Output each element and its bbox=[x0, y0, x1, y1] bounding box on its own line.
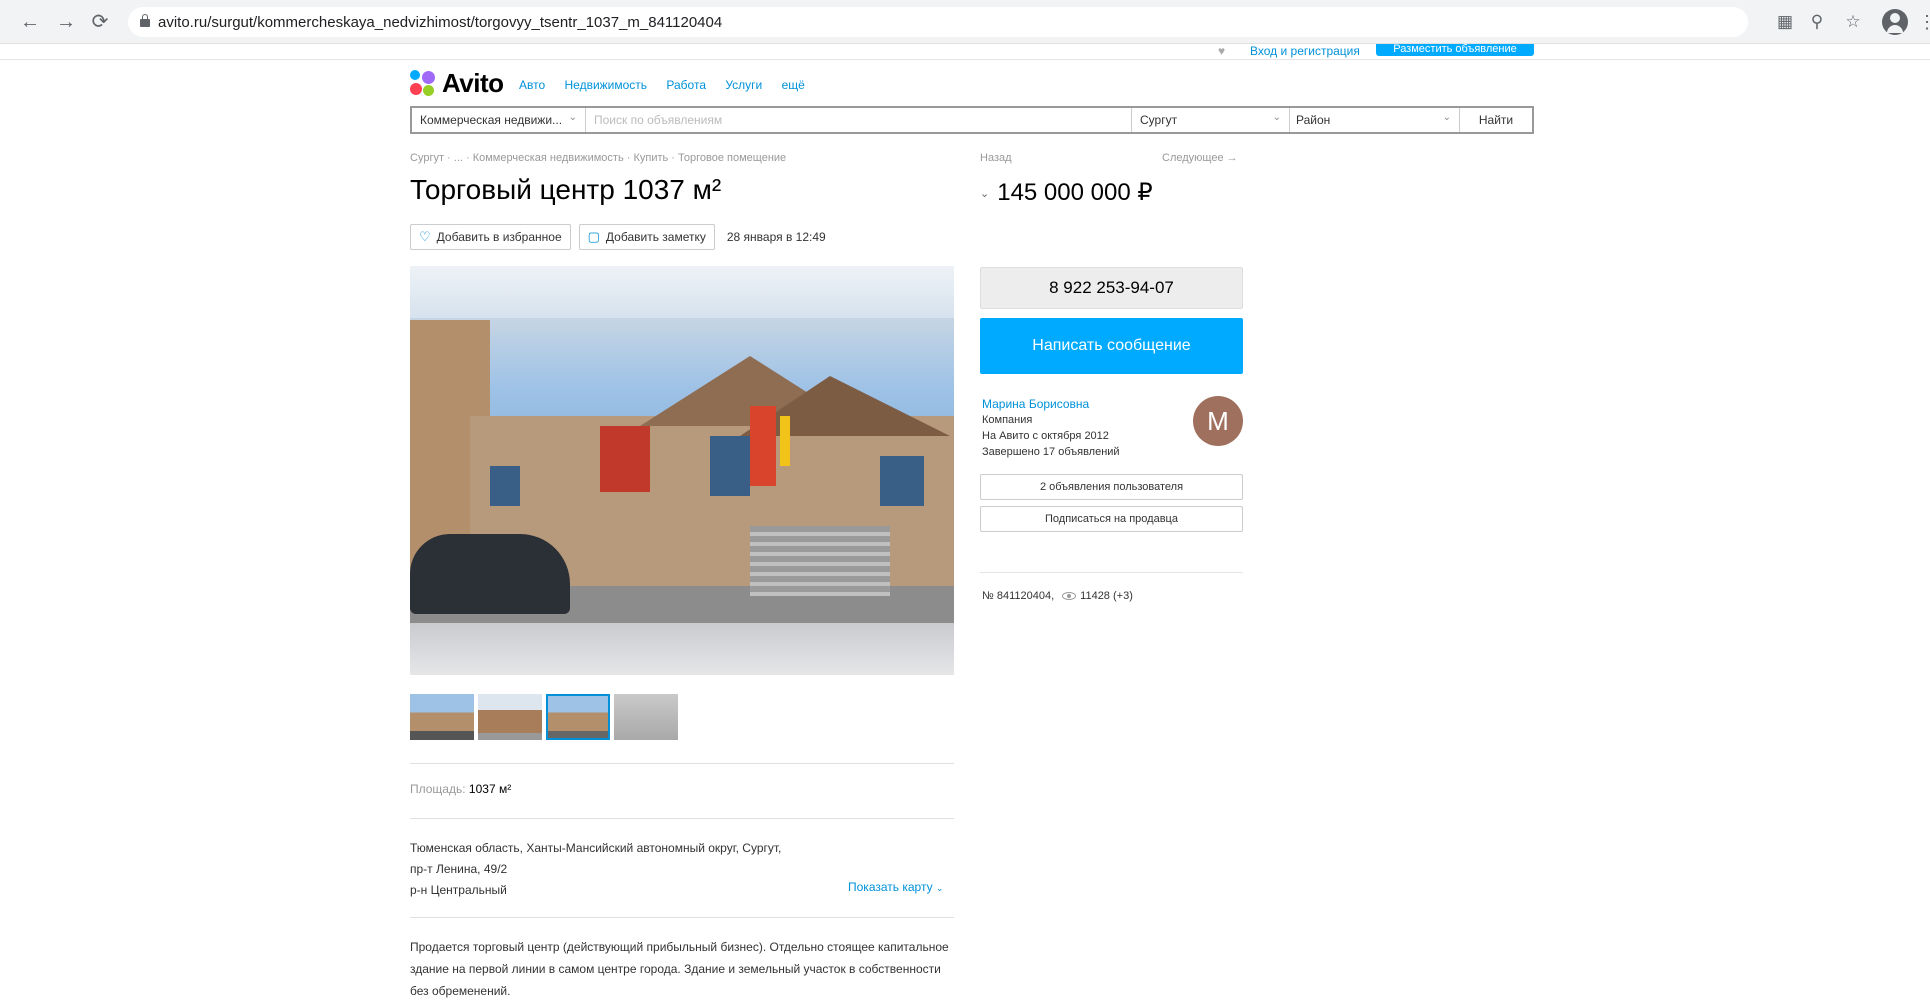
user-ads-button[interactable]: 2 объявления пользователя bbox=[980, 474, 1243, 500]
chevron-down-icon[interactable]: ⌄ bbox=[980, 188, 989, 200]
listing-date: 28 января в 12:49 bbox=[726, 230, 826, 244]
nav-more[interactable]: ещё bbox=[782, 78, 805, 92]
category-select[interactable]: Коммерческая недвижи... ⌄ bbox=[412, 108, 586, 132]
seller-type: Компания bbox=[982, 414, 1033, 426]
write-message-button[interactable]: Написать сообщение bbox=[980, 318, 1243, 374]
subscribe-seller-button[interactable]: Подписаться на продавца bbox=[980, 506, 1243, 532]
photo-thumbnails bbox=[410, 694, 682, 740]
thumbnail[interactable] bbox=[478, 694, 542, 740]
browser-toolbar: ← → ⟳ avito.ru/surgut/kommercheskaya_ned… bbox=[0, 0, 1930, 44]
district-select[interactable]: Район ⌄ bbox=[1290, 108, 1460, 132]
seller-completed: Завершено 17 объявлений bbox=[982, 446, 1120, 458]
divider bbox=[980, 572, 1243, 573]
back-arrow-icon[interactable]: ← bbox=[18, 10, 42, 34]
forward-arrow-icon[interactable]: → bbox=[54, 10, 78, 34]
reload-icon[interactable]: ⟳ bbox=[88, 10, 112, 34]
address-bar[interactable]: avito.ru/surgut/kommercheskaya_nedvizhim… bbox=[128, 7, 1748, 37]
back-link[interactable]: Назад bbox=[980, 152, 1012, 164]
seller-info: Марина Борисовна Компания На Авито с окт… bbox=[982, 396, 1120, 460]
zoom-icon[interactable]: ⚲ bbox=[1806, 11, 1828, 33]
search-bar: Коммерческая недвижи... ⌄ Поиск по объяв… bbox=[410, 106, 1534, 134]
add-note-button[interactable]: ▢ Добавить заметку bbox=[578, 224, 715, 250]
item-meta: № 841120404, 11428 (+3) bbox=[982, 590, 1133, 602]
show-map-link[interactable]: Показать карту ⌄ bbox=[848, 880, 943, 894]
chevron-down-icon: ⌄ bbox=[1272, 112, 1281, 123]
avatar[interactable]: М bbox=[1193, 396, 1243, 446]
seller-since: На Авито с октября 2012 bbox=[982, 430, 1109, 442]
nav-auto[interactable]: Авто bbox=[519, 78, 545, 92]
divider bbox=[410, 763, 954, 764]
listing-description: Продается торговый центр (действующий пр… bbox=[410, 940, 949, 998]
post-ad-button[interactable]: Разместить объявление bbox=[1376, 44, 1534, 56]
search-input[interactable]: Поиск по объявлениям bbox=[586, 108, 1132, 132]
next-link[interactable]: Следующее → bbox=[1162, 152, 1238, 164]
url-text: avito.ru/surgut/kommercheskaya_nedvizhim… bbox=[158, 14, 723, 31]
login-link[interactable]: Вход и регистрация bbox=[1250, 44, 1360, 58]
address: Тюменская область, Ханты-Мансийский авто… bbox=[410, 841, 782, 897]
views-count: 11428 (+3) bbox=[1080, 590, 1133, 602]
chevron-down-icon: ⌄ bbox=[935, 883, 944, 893]
main-nav: Авто Недвижимость Работа Услуги ещё bbox=[519, 78, 821, 92]
views-eye-icon bbox=[1062, 592, 1077, 601]
thumbnail[interactable] bbox=[614, 694, 678, 740]
main-photo[interactable] bbox=[410, 266, 954, 675]
page-title: Торговый центр 1037 м² bbox=[410, 174, 722, 205]
thumbnail[interactable] bbox=[410, 694, 474, 740]
breadcrumb[interactable]: Сургут · ... · Коммерческая недвижимость… bbox=[410, 152, 786, 164]
bookmark-star-icon[interactable]: ☆ bbox=[1842, 11, 1864, 33]
translate-icon[interactable]: ▦ bbox=[1774, 11, 1796, 33]
note-icon: ▢ bbox=[587, 229, 600, 244]
listing-actions: ♡ Добавить в избранное ▢ Добавить заметк… bbox=[410, 224, 826, 250]
price: ⌄ 145 000 000 ₽ bbox=[980, 179, 1153, 206]
divider bbox=[410, 818, 954, 819]
heart-icon: ♡ bbox=[419, 229, 431, 244]
logo-dots-icon bbox=[410, 70, 436, 96]
divider bbox=[410, 917, 954, 918]
logo-text: Avito bbox=[442, 68, 504, 98]
city-select[interactable]: Сургут ⌄ bbox=[1132, 108, 1290, 132]
seller-name-link[interactable]: Марина Борисовна bbox=[982, 396, 1120, 412]
favorites-heart-icon[interactable]: ♥ bbox=[1218, 44, 1225, 58]
area-param: Площадь: 1037 м² bbox=[410, 782, 512, 796]
lock-icon bbox=[140, 14, 150, 27]
nav-jobs[interactable]: Работа bbox=[666, 78, 706, 92]
add-favorite-button[interactable]: ♡ Добавить в избранное bbox=[410, 224, 571, 250]
nav-realty[interactable]: Недвижимость bbox=[565, 78, 648, 92]
chevron-down-icon: ⌄ bbox=[568, 112, 577, 123]
nav-services[interactable]: Услуги bbox=[725, 78, 762, 92]
chevron-down-icon: ⌄ bbox=[1442, 112, 1451, 123]
menu-kebab-icon[interactable]: ⋮ bbox=[1918, 10, 1930, 34]
item-number: № 841120404, bbox=[982, 590, 1055, 602]
site-top-strip: ♥ Вход и регистрация Разместить объявлен… bbox=[0, 44, 1930, 60]
profile-icon[interactable] bbox=[1882, 9, 1908, 35]
thumbnail-selected[interactable] bbox=[546, 694, 610, 740]
find-button[interactable]: Найти bbox=[1460, 108, 1532, 132]
show-phone-button[interactable]: 8 922 253-94-07 bbox=[980, 267, 1243, 309]
